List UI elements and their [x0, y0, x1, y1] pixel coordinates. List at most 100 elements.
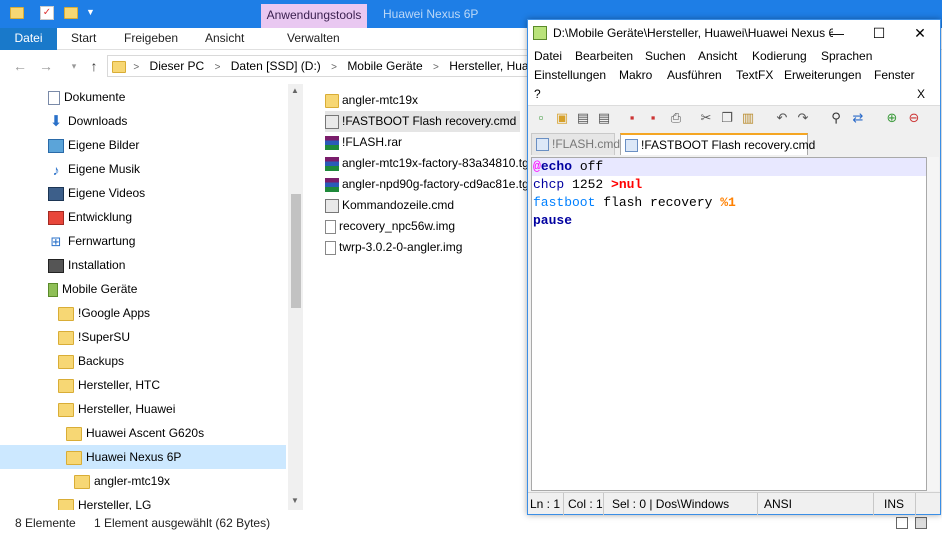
code-editor[interactable]: @echo off chcp 1252 >nul fastboot flash re… — [531, 157, 927, 491]
menu-sprachen[interactable]: Sprachen — [821, 47, 872, 66]
menu-makro[interactable]: Makro — [619, 66, 652, 85]
new-file-icon[interactable]: ▫ — [533, 110, 549, 126]
redo-icon[interactable]: ↷ — [795, 110, 811, 126]
tab-freigeben[interactable]: Freigeben — [124, 28, 178, 50]
open-file-icon[interactable]: ▣ — [554, 110, 570, 126]
file-row[interactable]: angler-npd90g-factory-cd9ac81e.tgz — [325, 174, 528, 195]
code-token: 1252 — [564, 177, 612, 192]
code-line[interactable]: chcp 1252 >nul — [532, 176, 926, 194]
menu-textfx[interactable]: TextFX — [736, 66, 773, 85]
nav-scroll-thumb[interactable] — [291, 194, 301, 308]
minimize-button[interactable]: — — [816, 20, 858, 47]
nav-item-fernwartung[interactable]: ⊞ Fernwartung — [48, 229, 286, 253]
address-bar[interactable]: > Dieser PC > Daten [SSD] (D:) > Mobile … — [107, 55, 528, 77]
file-name: angler-mtc19x-factory-83a34810.tgz — [342, 156, 528, 170]
file-row[interactable]: !FLASH.rar — [325, 132, 525, 153]
paste-icon[interactable]: ▥ — [740, 110, 756, 126]
details-view-icon[interactable] — [896, 517, 908, 529]
installation-icon — [48, 258, 64, 273]
breadcrumb-dieser-pc[interactable]: Dieser PC — [147, 56, 208, 76]
close-button[interactable]: ✕ — [899, 20, 941, 47]
folder-icon — [66, 450, 82, 465]
folder-icon — [58, 330, 74, 345]
nav-item-backups[interactable]: Backups — [58, 349, 286, 373]
menu-ansicht[interactable]: Ansicht — [698, 47, 737, 66]
menu-erweiterungen[interactable]: Erweiterungen — [784, 66, 861, 85]
code-line[interactable]: fastboot flash recovery %1 — [532, 194, 926, 212]
breadcrumb-mobile[interactable]: Mobile Geräte — [344, 56, 425, 76]
scroll-up-icon[interactable]: ▲ — [291, 86, 299, 95]
nav-item-nexus-6p[interactable]: Huawei Nexus 6P — [0, 445, 286, 469]
forward-arrow-icon[interactable]: → — [38, 58, 54, 74]
menu-kodierung[interactable]: Kodierung — [752, 47, 807, 66]
nav-item-supersu[interactable]: !SuperSU — [58, 325, 286, 349]
nav-item-installation[interactable]: Installation — [48, 253, 286, 277]
back-arrow-icon[interactable]: ← — [12, 58, 28, 74]
file-row-selected[interactable]: !FASTBOOT Flash recovery.cmd — [325, 111, 520, 132]
file-row[interactable]: recovery_npc56w.img — [325, 216, 525, 237]
breadcrumb-drive[interactable]: Daten [SSD] (D:) — [228, 56, 324, 76]
nav-item-downloads[interactable]: ⬇ Downloads — [48, 109, 286, 133]
editor-scrollbar[interactable] — [927, 157, 939, 491]
new-folder-icon[interactable] — [64, 7, 78, 19]
tab-flash-cmd[interactable]: !FLASH.cmd — [531, 133, 620, 155]
code-line[interactable]: @echo off — [532, 158, 926, 176]
up-arrow-icon[interactable]: ↑ — [86, 58, 102, 74]
file-row[interactable]: angler-mtc19x-factory-83a34810.tgz — [325, 153, 528, 174]
maximize-button[interactable]: ☐ — [858, 20, 900, 47]
nav-item-musik[interactable]: ♪ Eigene Musik — [48, 157, 286, 181]
find-icon[interactable]: ⚲ — [828, 110, 844, 126]
menu-fenster[interactable]: Fenster — [874, 66, 915, 85]
tab-ansicht[interactable]: Ansicht — [205, 28, 244, 50]
save-icon[interactable]: ▤ — [575, 110, 591, 126]
menu-help[interactable]: ? — [534, 85, 541, 104]
chevron-down-icon[interactable]: ▼ — [86, 7, 100, 21]
nav-item-huawei[interactable]: Hersteller, Huawei — [58, 397, 286, 421]
tiles-view-icon[interactable] — [915, 517, 927, 529]
tab-start[interactable]: Start — [71, 28, 96, 50]
menu-datei[interactable]: Datei — [534, 47, 562, 66]
file-row[interactable]: Kommandozeile.cmd — [325, 195, 525, 216]
nav-label: Huawei Ascent G620s — [86, 426, 205, 440]
tab-label: !FASTBOOT Flash recovery.cmd — [641, 138, 816, 152]
nav-item-mobile[interactable]: Mobile Geräte — [48, 277, 286, 301]
nav-item-lg[interactable]: Hersteller, LG — [58, 493, 286, 510]
nav-item-entwicklung[interactable]: Entwicklung — [48, 205, 286, 229]
zoom-in-icon[interactable]: ⊕ — [884, 110, 900, 126]
code-line[interactable]: pause — [532, 212, 926, 230]
save-all-icon[interactable]: ▤ — [596, 110, 612, 126]
close-file-icon[interactable]: ▪ — [624, 110, 640, 126]
window-title: Huawei Nexus 6P — [383, 7, 479, 21]
nav-item-angler[interactable]: angler-mtc19x — [74, 469, 286, 493]
menu-suchen[interactable]: Suchen — [645, 47, 686, 66]
properties-icon[interactable]: ✓ — [40, 6, 54, 20]
nav-item-videos[interactable]: Eigene Videos — [48, 181, 286, 205]
close-all-icon[interactable]: ▪ — [645, 110, 661, 126]
copy-icon[interactable]: ❐ — [719, 110, 735, 126]
nav-item-dokumente[interactable]: Dokumente — [48, 85, 286, 109]
replace-icon[interactable]: ⇄ — [850, 110, 866, 126]
file-row[interactable]: angler-mtc19x — [325, 90, 525, 111]
file-row[interactable]: twrp-3.0.2-0-angler.img — [325, 237, 525, 258]
nav-item-ascent[interactable]: Huawei Ascent G620s — [66, 421, 286, 445]
menu-einstellungen[interactable]: Einstellungen — [534, 66, 606, 85]
nav-item-htc[interactable]: Hersteller, HTC — [58, 373, 286, 397]
cut-icon[interactable]: ✂ — [698, 110, 714, 126]
menu-close-document[interactable]: X — [917, 85, 925, 104]
nav-item-google-apps[interactable]: !Google Apps — [58, 301, 286, 325]
recent-chevron-icon[interactable]: ▾ — [66, 58, 82, 74]
nav-item-bilder[interactable]: Eigene Bilder — [48, 133, 286, 157]
tab-verwalten[interactable]: Verwalten — [287, 28, 340, 50]
nav-label: Installation — [68, 258, 126, 272]
menu-bearbeiten[interactable]: Bearbeiten — [575, 47, 633, 66]
breadcrumb-huawei[interactable]: Hersteller, Huawei — [446, 56, 527, 76]
print-icon[interactable]: ⎙ — [668, 110, 684, 126]
menu-ausfuehren[interactable]: Ausführen — [667, 66, 722, 85]
scroll-down-icon[interactable]: ▼ — [291, 496, 299, 505]
zoom-out-icon[interactable]: ⊖ — [906, 110, 922, 126]
nav-label: !Google Apps — [78, 306, 151, 320]
nav-label: Backups — [78, 354, 125, 368]
tab-datei[interactable]: Datei — [0, 28, 57, 50]
undo-icon[interactable]: ↶ — [774, 110, 790, 126]
tab-fastboot-cmd[interactable]: !FASTBOOT Flash recovery.cmd — [620, 133, 815, 155]
